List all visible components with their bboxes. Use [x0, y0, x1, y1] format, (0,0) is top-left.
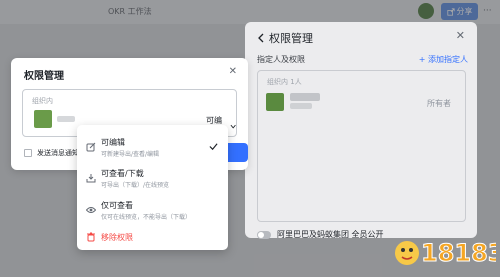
- side-panel-close-icon[interactable]: ✕: [456, 29, 465, 42]
- owner-name-redacted: [290, 93, 320, 101]
- member-org-label: 组织内: [32, 97, 53, 105]
- notify-label: 发送消息通知: [37, 149, 79, 157]
- add-assignee-link[interactable]: + 添加指定人: [419, 54, 468, 65]
- member-avatar: [34, 110, 52, 128]
- notify-checkbox[interactable]: [24, 149, 32, 157]
- owner-role-label: 所有者: [427, 99, 451, 108]
- chevron-left-icon[interactable]: [257, 33, 265, 43]
- option-remove-label: 移除权限: [101, 233, 133, 242]
- assignee-list: 组织内 1人 所有者: [257, 70, 466, 222]
- dialog-close-icon[interactable]: ✕: [229, 66, 237, 77]
- option-view-only-desc: 仅可在线预览，不能导出（下载）: [101, 214, 192, 221]
- public-toggle-label: 阿里巴巴及蚂蚁集团 全员公开: [277, 230, 384, 239]
- option-view-download[interactable]: 可查看/下载 可导出（下载）/在线预览: [77, 163, 228, 193]
- option-view-download-desc: 可导出（下载）/在线预览: [101, 182, 170, 189]
- public-toggle-row[interactable]: 阿里巴巴及蚂蚁集团 全员公开: [257, 229, 384, 240]
- dialog-title: 权限管理: [24, 71, 64, 82]
- option-view-only-label: 仅可查看: [101, 201, 133, 210]
- assignees-section-label: 指定人及权限: [257, 55, 305, 64]
- check-icon: [209, 143, 218, 151]
- edit-icon: [86, 142, 96, 152]
- side-panel-header[interactable]: 权限管理: [257, 30, 313, 46]
- eye-icon: [86, 207, 96, 213]
- option-edit-desc: 可新建导出/查看/编辑: [101, 151, 160, 158]
- option-edit[interactable]: 可编辑 可新建导出/查看/编辑: [77, 132, 228, 162]
- download-icon: [86, 174, 96, 183]
- owner-sub-redacted: [290, 103, 312, 109]
- permission-side-panel: 权限管理 ✕ 指定人及权限 + 添加指定人 组织内 1人 所有者 阿里巴巴及蚂蚁…: [245, 22, 477, 240]
- trash-icon: [87, 232, 95, 242]
- option-view-only[interactable]: 仅可查看 仅可在线预览，不能导出（下载）: [77, 195, 228, 225]
- option-edit-label: 可编辑: [101, 138, 125, 147]
- permission-dropdown: 可编辑 可新建导出/查看/编辑 可查看/下载 可导出（下载）/在线预览 仅可查看…: [77, 125, 228, 250]
- chevron-down-icon: [230, 124, 236, 129]
- notify-row[interactable]: 发送消息通知: [24, 148, 79, 158]
- side-panel-title: 权限管理: [269, 32, 313, 45]
- svg-text:18183: 18183: [421, 239, 496, 267]
- org-member-count: 组织内 1人: [267, 78, 302, 86]
- confirm-button[interactable]: [227, 143, 248, 162]
- owner-avatar: [266, 93, 284, 111]
- option-remove-permission[interactable]: 移除权限: [77, 228, 228, 246]
- option-view-download-label: 可查看/下载: [101, 169, 144, 178]
- watermark-logo: 18183: [395, 239, 496, 268]
- public-toggle[interactable]: [257, 230, 271, 239]
- member-name-redacted: [57, 116, 75, 122]
